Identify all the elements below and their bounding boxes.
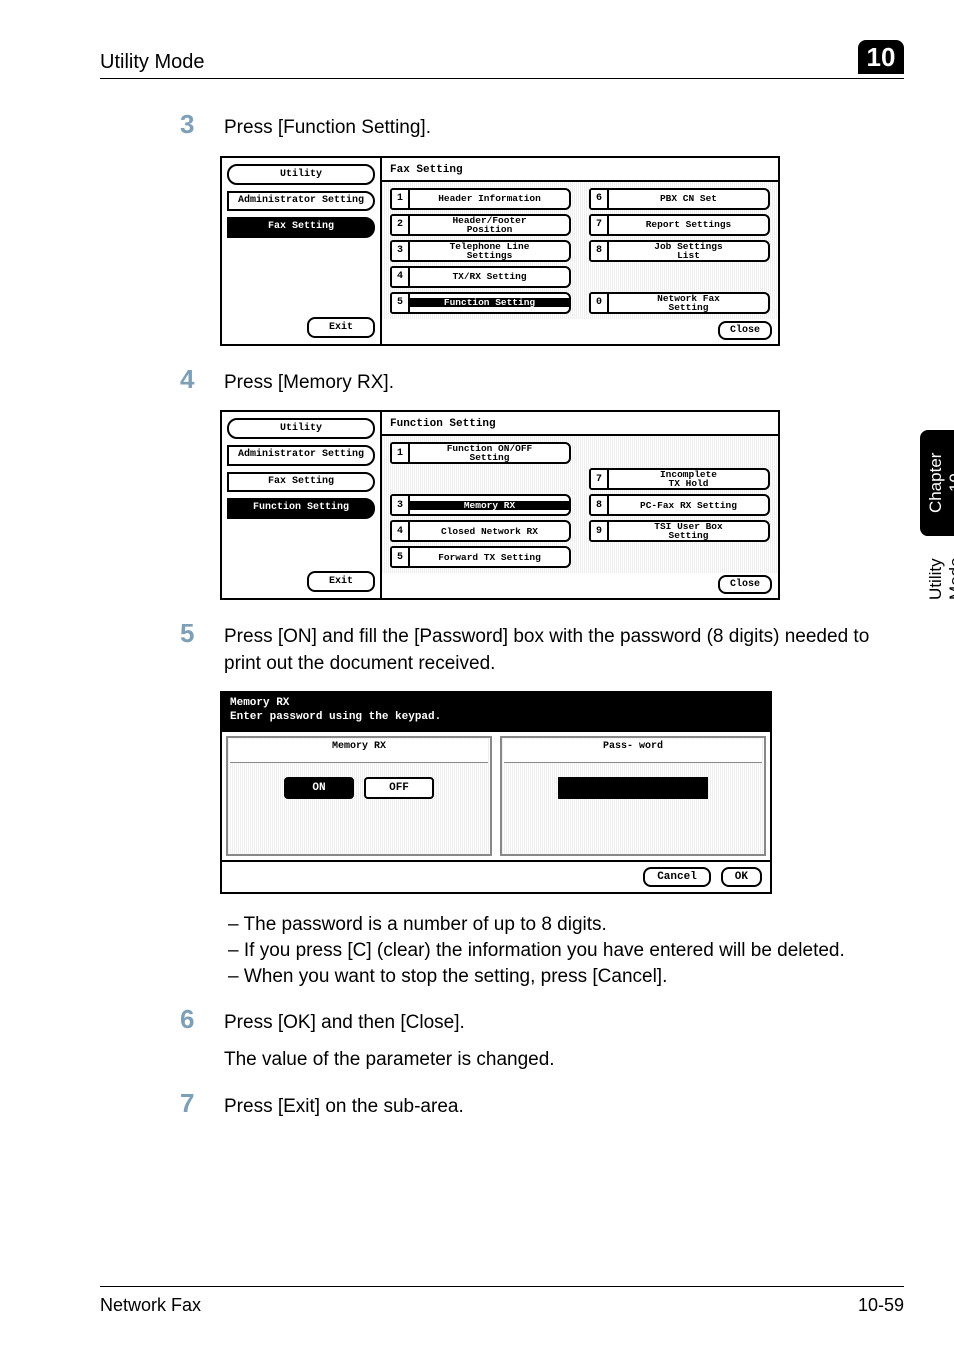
sidebar-item-function[interactable]: Function Setting [227, 498, 375, 519]
panel-title: Memory RX [230, 697, 762, 710]
step-7: 7 Press [Exit] on the sub-area. [180, 1088, 904, 1121]
sidebar-item-fax[interactable]: Fax Setting [227, 472, 375, 493]
btn-memory-rx[interactable]: 3Memory RX [390, 494, 571, 516]
cancel-button[interactable]: Cancel [643, 867, 711, 887]
panel-header: Memory RX Enter password using the keypa… [222, 693, 770, 729]
btn-pbx[interactable]: 6PBX CN Set [589, 188, 770, 210]
bullet-list: The password is a number of up to 8 digi… [180, 912, 904, 991]
step-4: 4 Press [Memory RX]. [180, 364, 904, 397]
bullet-item: The password is a number of up to 8 digi… [228, 912, 904, 938]
chapter-badge: 10 [858, 40, 904, 74]
off-button[interactable]: OFF [364, 777, 434, 799]
btn-header-footer[interactable]: 2Header/Footer Position [390, 214, 571, 236]
panel-title: Function Setting [382, 412, 778, 436]
bullet-item: If you press [C] (clear) the information… [228, 938, 904, 964]
btn-closed-network[interactable]: 4Closed Network RX [390, 520, 571, 542]
chapter-tab: Chapter 10 [920, 430, 954, 536]
section-title: Utility Mode [100, 51, 204, 74]
btn-report[interactable]: 7Report Settings [589, 214, 770, 236]
step-number: 4 [180, 364, 200, 397]
step-number: 7 [180, 1088, 200, 1121]
step-number: 5 [180, 618, 200, 677]
mode-tab: Utility Mode [920, 536, 954, 640]
function-setting-panel: Utility Administrator Setting Fax Settin… [220, 410, 780, 600]
sidebar-item-admin[interactable]: Administrator Setting [227, 191, 375, 212]
left-label: Memory RX [230, 739, 488, 763]
btn-network-fax[interactable]: 0Network Fax Setting [589, 292, 770, 314]
close-button[interactable]: Close [718, 321, 772, 340]
memory-rx-panel: Memory RX Enter password using the keypa… [220, 691, 772, 893]
sidebar-title: Utility [227, 418, 375, 439]
btn-job-settings[interactable]: 8Job Settings List [589, 240, 770, 262]
footer-right: 10-59 [858, 1295, 904, 1316]
step-number: 3 [180, 109, 200, 142]
step-3: 3 Press [Function Setting]. [180, 109, 904, 142]
panel-title: Fax Setting [382, 158, 778, 182]
sidebar-item-admin[interactable]: Administrator Setting [227, 445, 375, 466]
step-5: 5 Press [ON] and fill the [Password] box… [180, 618, 904, 677]
btn-header-info[interactable]: 1Header Information [390, 188, 571, 210]
btn-incomplete-tx[interactable]: 7Incomplete TX Hold [589, 468, 770, 490]
password-input[interactable] [558, 777, 708, 799]
btn-tsi-user-box[interactable]: 9TSI User Box Setting [589, 520, 770, 542]
footer-left: Network Fax [100, 1295, 201, 1316]
ok-button[interactable]: OK [721, 867, 762, 887]
panel-prompt: Enter password using the keypad. [230, 711, 762, 724]
step-text: Press [Function Setting]. [224, 109, 904, 142]
btn-func-onoff[interactable]: 1Function ON/OFF Setting [390, 442, 571, 464]
btn-function-setting[interactable]: 5Function Setting [390, 292, 571, 314]
step-text: Press [Memory RX]. [224, 364, 904, 397]
step-6: 6 Press [OK] and then [Close]. The value… [180, 1004, 904, 1073]
btn-pc-fax-rx[interactable]: 8PC-Fax RX Setting [589, 494, 770, 516]
side-tab: Chapter 10 Utility Mode [920, 430, 954, 640]
btn-tel-line[interactable]: 3Telephone Line Settings [390, 240, 571, 262]
on-button[interactable]: ON [284, 777, 354, 799]
sidebar-title: Utility [227, 164, 375, 185]
right-label: Pass- word [504, 739, 762, 763]
sidebar-item-fax[interactable]: Fax Setting [227, 217, 375, 238]
step-subtext: The value of the parameter is changed. [224, 1047, 904, 1074]
step-text: Press [ON] and fill the [Password] box w… [224, 618, 904, 677]
exit-button[interactable]: Exit [307, 317, 375, 338]
fax-setting-panel: Utility Administrator Setting Fax Settin… [220, 156, 780, 346]
step-text: Press [OK] and then [Close]. The value o… [224, 1004, 904, 1073]
exit-button[interactable]: Exit [307, 571, 375, 592]
btn-txrx[interactable]: 4TX/RX Setting [390, 266, 571, 288]
btn-forward-tx[interactable]: 5Forward TX Setting [390, 546, 571, 568]
close-button[interactable]: Close [718, 575, 772, 594]
step-number: 6 [180, 1004, 200, 1073]
step-text: Press [Exit] on the sub-area. [224, 1088, 904, 1121]
bullet-item: When you want to stop the setting, press… [228, 964, 904, 990]
